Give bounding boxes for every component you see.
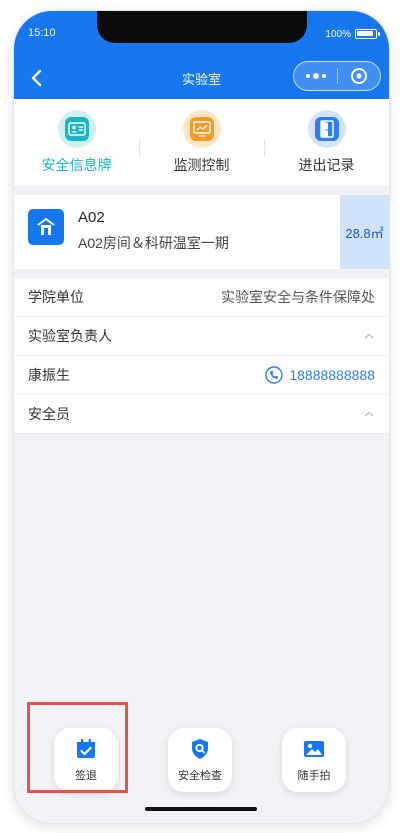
tab-bar: 安全信息牌 监测控制 进出记录 (14, 99, 389, 187)
home-indicator (145, 807, 257, 811)
safety-officer-label: 安全员 (28, 406, 70, 422)
tab-label: 进出记录 (298, 157, 355, 173)
college-value: 实验室安全与条件保障处 (221, 289, 375, 305)
tab-monitoring-control[interactable]: 监测控制 (139, 99, 264, 186)
manager-name: 康振生 (28, 367, 70, 383)
mini-program-capsule (293, 61, 381, 91)
tab-label: 监测控制 (173, 157, 230, 173)
notch (97, 11, 307, 43)
id-card-icon (64, 117, 89, 141)
tab-label: 安全信息牌 (41, 157, 112, 173)
snapshot-button[interactable]: 随手拍 (282, 728, 346, 792)
tab-safety-info-board[interactable]: 安全信息牌 (14, 99, 139, 186)
chevron-up-icon (364, 333, 374, 339)
dock-label: 随手拍 (297, 770, 331, 782)
phone-call-link[interactable]: 18888888888 (265, 366, 375, 384)
nav-bar: 实验室 (14, 57, 389, 99)
battery-icon (355, 29, 380, 39)
sign-out-button[interactable]: 签退 (54, 728, 118, 792)
image-icon (304, 741, 324, 757)
shield-search-icon (192, 739, 208, 759)
door-icon (314, 117, 339, 141)
monitor-chart-icon (189, 117, 214, 141)
room-area: 28.8㎡ (340, 195, 389, 269)
tab-access-records[interactable]: 进出记录 (264, 99, 389, 186)
phone-icon (265, 366, 284, 384)
room-name: A02房间＆科研温室一期 (78, 235, 229, 251)
room-code: A02 (78, 209, 105, 226)
info-list: 学院单位 实验室安全与条件保障处 实验室负责人 康振生 18888888888 … (14, 278, 389, 434)
manager-phone: 18888888888 (289, 367, 375, 383)
more-button[interactable] (294, 62, 337, 90)
calendar-check-icon (77, 739, 95, 758)
status-time: 15:10 (28, 27, 56, 39)
dock-label: 安全检查 (178, 770, 222, 782)
status-bar: 15:10 100% (14, 11, 389, 57)
close-mini-program-button[interactable] (338, 62, 380, 90)
room-card[interactable]: A02 A02房间＆科研温室一期 28.8㎡ (14, 195, 389, 269)
tab-icon-bg (307, 110, 346, 148)
phone-screen: 15:10 100% 实验室 安全信息牌 监测控制 进出记录 A02 A02房间… (14, 11, 389, 823)
college-row: 学院单位 实验室安全与条件保障处 (14, 278, 389, 317)
target-circle-icon (350, 68, 367, 84)
tab-icon-bg (57, 110, 96, 148)
battery-percentage: 100% (325, 29, 351, 40)
more-dots-icon (305, 73, 326, 79)
college-label: 学院单位 (28, 289, 84, 305)
safety-check-button[interactable]: 安全检查 (168, 728, 232, 792)
chevron-up-icon (364, 411, 374, 417)
safety-officer-section-header[interactable]: 安全员 (14, 395, 389, 434)
manager-section-header[interactable]: 实验室负责人 (14, 317, 389, 356)
dock-label: 签退 (75, 770, 97, 782)
manager-label: 实验室负责人 (28, 328, 112, 344)
manager-contact-row: 康振生 18888888888 (14, 356, 389, 395)
building-icon (28, 209, 64, 245)
tab-icon-bg (182, 110, 221, 148)
